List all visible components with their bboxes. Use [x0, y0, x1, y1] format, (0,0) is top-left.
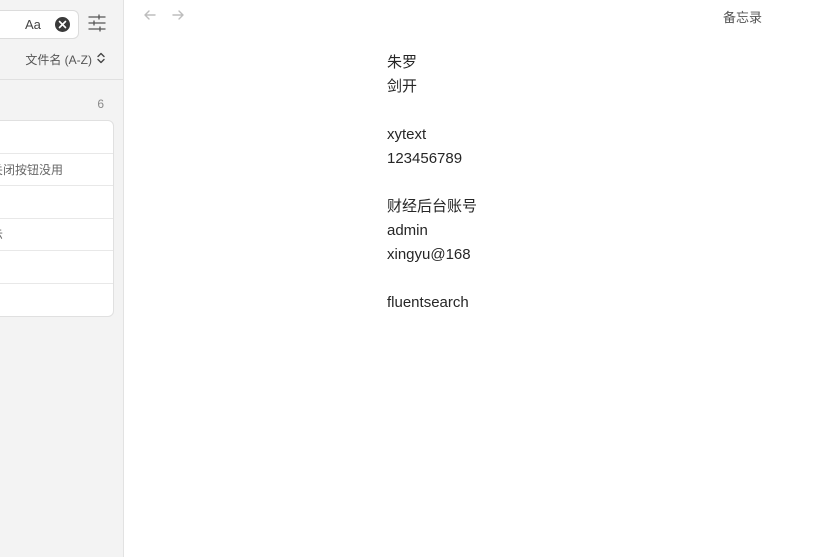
note-list-item[interactable]: 示 [0, 219, 113, 251]
editor-line: 朱罗 [387, 54, 418, 71]
app-title: 备忘录 [723, 10, 763, 25]
note-list-item[interactable]: 4 [0, 284, 113, 317]
editor-line: fluentsearch [387, 294, 469, 311]
editor-line: admin [387, 222, 428, 239]
editor-line: xingyu@168 [387, 246, 471, 263]
editor-line: 剑开 [387, 78, 418, 95]
sidebar: Aa 文件名 (A-Z) 6 关闭按钮没用 示 [0, 0, 124, 557]
sort-label: 文件名 (A-Z) [25, 53, 92, 67]
editor-line: xytext [387, 126, 427, 143]
sort-dropdown[interactable]: 文件名 (A-Z) [25, 51, 105, 68]
sliders-icon[interactable] [88, 14, 106, 37]
arrow-right-icon[interactable] [171, 8, 185, 27]
editor-line: 123456789 [387, 150, 463, 167]
note-list: 关闭按钮没用 示 4 [0, 120, 114, 317]
note-list-item[interactable] [0, 251, 113, 284]
clear-circle-icon[interactable] [55, 17, 70, 32]
match-case-toggle[interactable]: Aa [25, 17, 41, 32]
note-count: 6 [97, 97, 104, 111]
note-list-item[interactable] [0, 121, 113, 154]
note-list-item[interactable] [0, 186, 113, 219]
sidebar-divider [0, 79, 123, 80]
arrow-left-icon[interactable] [143, 8, 157, 27]
chevron-up-down-icon [97, 52, 105, 67]
note-editor[interactable]: 朱罗 剑开 xytext 123456789 财经后台账号 admin xing… [387, 51, 767, 315]
search-input[interactable]: Aa [0, 10, 79, 39]
editor-line: 财经后台账号 [387, 198, 478, 215]
note-list-item[interactable]: 关闭按钮没用 [0, 154, 113, 186]
